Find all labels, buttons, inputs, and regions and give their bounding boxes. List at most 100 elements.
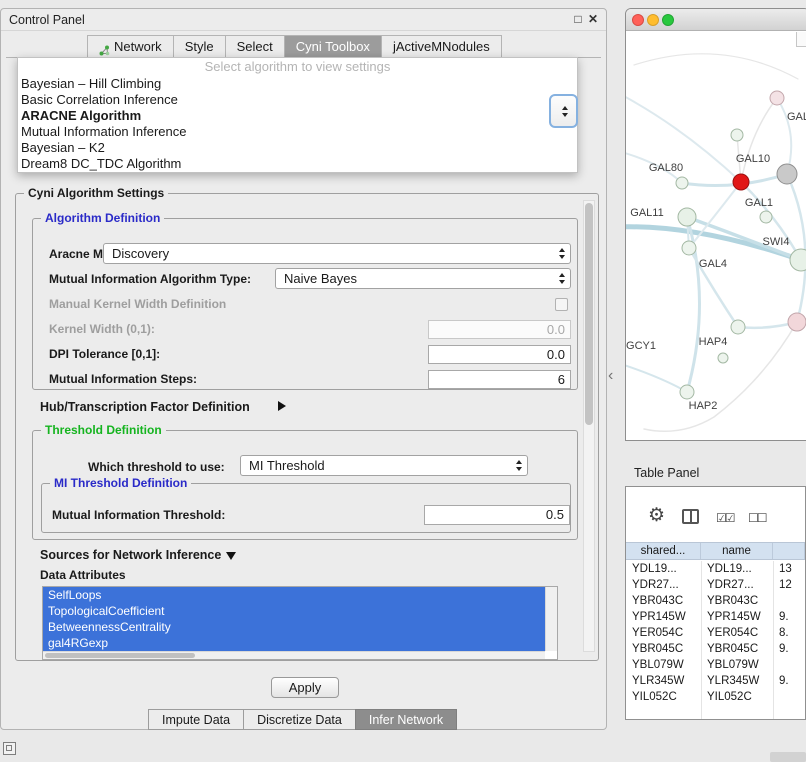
network-canvas[interactable]: GAL80GAL10GAL11GAL1SWI4GAL4GCY1HAP4HAP2G… (626, 31, 806, 441)
panel-collapse-arrow[interactable]: ‹ (608, 367, 613, 385)
column-header[interactable]: shared... (626, 543, 701, 559)
mac-minimize-button[interactable] (647, 14, 659, 26)
table-body: YDL19...YDL19...13YDR27...YDR27...12YBR0… (626, 561, 805, 719)
scrollbar-thumb[interactable] (585, 203, 593, 425)
node-label: GAL4 (699, 258, 727, 270)
table-row[interactable]: YBR043CYBR043C (626, 593, 805, 609)
algorithm-option-bayesian-k2[interactable]: Bayesian – K2 (18, 140, 577, 156)
bottom-tab-infer-network[interactable]: Infer Network (355, 709, 457, 730)
manual-kernel-checkbox[interactable] (555, 298, 568, 311)
network-node[interactable] (790, 249, 806, 271)
tab-select[interactable]: Select (225, 35, 285, 57)
hub-section-label[interactable]: Hub/Transcription Factor Definition (40, 400, 250, 414)
table-settings-gear-icon[interactable]: ⚙ (648, 504, 665, 527)
column-separator (773, 561, 774, 719)
network-node[interactable] (788, 313, 806, 331)
table-row[interactable]: YDR27...YDR27...12 (626, 577, 805, 593)
column-header[interactable] (773, 543, 805, 559)
network-node[interactable] (733, 174, 749, 190)
data-attribute-item[interactable]: gal4RGexp (43, 635, 545, 651)
algorithm-option-aracne-algorithm[interactable]: ARACNE Algorithm (18, 108, 577, 124)
table-cell: YIL052C (626, 689, 701, 705)
table-cell: 13 (773, 561, 805, 577)
network-edge (787, 174, 805, 322)
which-threshold-select[interactable]: MI Threshold (240, 455, 528, 476)
sources-section-label[interactable]: Sources for Network Inference (40, 548, 221, 562)
tab-label: Cyni Toolbox (296, 36, 370, 58)
combo-arrows-icon (559, 248, 565, 259)
deselect-all-columns-icon[interactable]: ☐☐ (748, 511, 766, 525)
float-panel-icon[interactable]: □ (571, 12, 585, 27)
collapse-down-icon[interactable] (226, 552, 236, 560)
mi-type-select[interactable]: Naive Bayes (275, 268, 571, 289)
close-panel-icon[interactable]: ✕ (586, 12, 600, 27)
table-row[interactable]: YER054CYER054C8. (626, 625, 805, 641)
dpi-tolerance-field[interactable]: 0.0 (428, 345, 571, 364)
attributes-vertical-scrollbar[interactable] (545, 587, 557, 651)
table-panel-title: Table Panel (634, 466, 699, 480)
table-row[interactable]: YPR145WYPR145W9. (626, 609, 805, 625)
table-cell: YDR27... (626, 577, 701, 593)
table-cell: YBR045C (701, 641, 773, 657)
algorithm-option-mutual-information-inference[interactable]: Mutual Information Inference (18, 124, 577, 140)
node-label: GAL (787, 111, 806, 123)
bottom-tab-discretize-data[interactable]: Discretize Data (243, 709, 356, 730)
tab-cyni-toolbox[interactable]: Cyni Toolbox (284, 35, 382, 57)
select-all-columns-icon[interactable]: ☑☑ (716, 511, 734, 525)
column-header[interactable]: name (701, 543, 773, 559)
tab-label: Select (237, 36, 273, 58)
mac-close-button[interactable] (632, 14, 644, 26)
mi-steps-field[interactable]: 6 (428, 370, 571, 389)
data-attribute-item[interactable]: TopologicalCoefficient (43, 603, 545, 619)
restore-panel-icon[interactable] (3, 742, 16, 755)
algorithm-combobox-fragment[interactable] (549, 94, 578, 128)
table-cell: 9. (773, 641, 805, 657)
desktop-strip (770, 752, 806, 762)
table-row[interactable]: YDL19...YDL19...13 (626, 561, 805, 577)
bottom-tab-impute-data[interactable]: Impute Data (148, 709, 244, 730)
tab-network[interactable]: Network (87, 35, 174, 57)
network-node[interactable] (678, 208, 696, 226)
network-node[interactable] (731, 129, 743, 141)
tab-jactivemnodules[interactable]: jActiveMNodules (381, 35, 502, 57)
table-cell: 9. (773, 673, 805, 689)
scrollbar-thumb[interactable] (45, 653, 195, 658)
settings-group-title: Cyni Algorithm Settings (24, 186, 168, 200)
attributes-horizontal-scrollbar[interactable] (43, 651, 545, 659)
data-attribute-item[interactable]: BetweennessCentrality (43, 619, 545, 635)
network-node[interactable] (718, 353, 728, 363)
network-edge (626, 93, 741, 182)
settings-vertical-scrollbar[interactable] (583, 200, 595, 652)
tab-style[interactable]: Style (173, 35, 226, 57)
show-columns-icon[interactable] (682, 509, 699, 524)
scrollbar-corner (796, 32, 806, 47)
network-node[interactable] (777, 164, 797, 184)
network-node[interactable] (676, 177, 688, 189)
algorithm-option-basic-correlation-inference[interactable]: Basic Correlation Inference (18, 92, 577, 108)
table-row[interactable]: YBR045CYBR045C9. (626, 641, 805, 657)
apply-button[interactable]: Apply (271, 677, 339, 698)
network-node[interactable] (770, 91, 784, 105)
aracne-mode-select[interactable]: Discovery (103, 243, 571, 264)
table-panel-window: ⚙ ☑☑ ☐☐ shared...name YDL19...YDL19...13… (625, 486, 806, 720)
expand-right-icon[interactable] (278, 401, 286, 411)
algorithm-option-dream8-dc-tdc-algorithm[interactable]: Dream8 DC_TDC Algorithm (18, 156, 577, 172)
table-row[interactable]: YIL052CYIL052C (626, 689, 805, 705)
mac-zoom-button[interactable] (662, 14, 674, 26)
table-row[interactable]: YLR345WYLR345W9. (626, 673, 805, 689)
tab-label: jActiveMNodules (393, 36, 490, 58)
network-node[interactable] (731, 320, 745, 334)
mi-threshold-field[interactable]: 0.5 (424, 505, 570, 525)
node-label: HAP4 (699, 336, 728, 348)
network-node[interactable] (682, 241, 696, 255)
bottom-tab-bar: Impute DataDiscretize DataInfer Network (149, 709, 457, 730)
network-node[interactable] (760, 211, 772, 223)
network-node[interactable] (680, 385, 694, 399)
node-label: GAL11 (630, 207, 663, 219)
data-attribute-item[interactable]: SelfLoops (43, 587, 545, 603)
kernel-width-field[interactable]: 0.0 (428, 320, 571, 339)
table-row[interactable]: YBL079WYBL079W (626, 657, 805, 673)
control-panel-title: Control Panel (9, 13, 85, 27)
table-cell: YPR145W (701, 609, 773, 625)
algorithm-option-bayesian-hill-climbing[interactable]: Bayesian – Hill Climbing (18, 76, 577, 92)
